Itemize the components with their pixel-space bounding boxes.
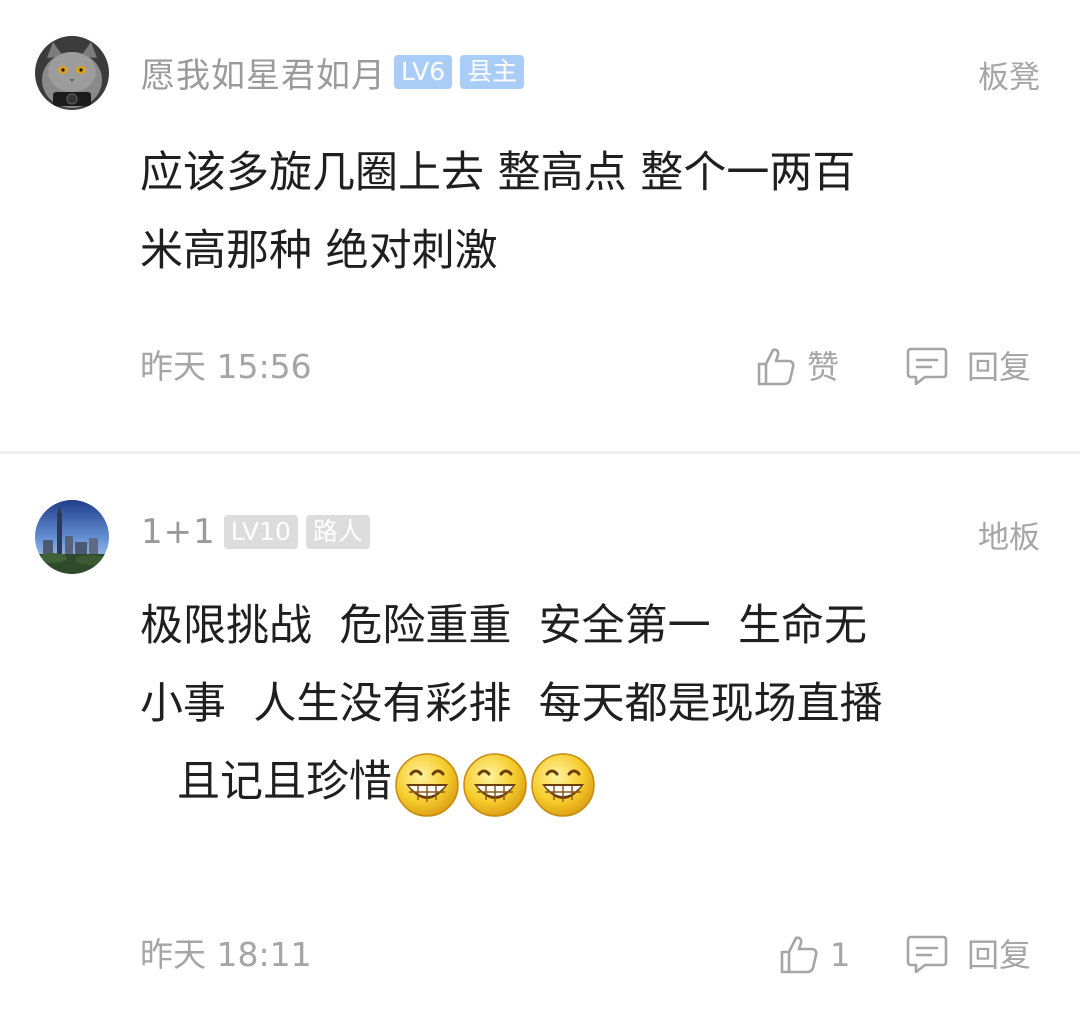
thumbs-up-icon	[778, 934, 820, 976]
level-badge: LV10	[223, 515, 298, 549]
comment-footer: 昨天 15:56 赞 回复	[140, 345, 1040, 389]
floor-label: 地板	[978, 520, 1040, 556]
user-line: 愿我如星君如月 LV6 县主	[141, 52, 525, 96]
title-badge: 县主	[460, 55, 525, 89]
comment-text-line: 米高那种 绝对刺激	[140, 226, 498, 276]
comment-content: 应该多旋几圈上去 整高点 整个一两百 米高那种 绝对刺激	[140, 134, 1040, 290]
comment-bubble-icon	[905, 346, 949, 388]
cat-avatar-icon	[35, 36, 109, 110]
comment-text-line: 应该多旋几圈上去 整高点 整个一两百	[140, 148, 856, 198]
comment-text: 且记且珍惜	[177, 757, 392, 807]
user-line: 1+1 LV10 路人	[141, 512, 370, 552]
username[interactable]: 愿我如星君如月	[141, 48, 386, 97]
comment-content: 极限挑战 危险重重 安全第一 生命无 小事 人生没有彩排 每天都是现场直播 且记…	[140, 587, 1040, 821]
floor-label: 板凳	[978, 60, 1040, 96]
emoji-row	[394, 752, 598, 818]
avatar[interactable]	[35, 500, 109, 574]
timestamp: 昨天 18:11	[140, 935, 312, 974]
reply-button[interactable]: 回复	[905, 345, 1031, 389]
username[interactable]: 1+1	[141, 512, 216, 552]
city-skyline-avatar-icon	[35, 500, 109, 574]
like-count: 1	[830, 936, 851, 974]
like-button[interactable]: 赞	[755, 345, 839, 389]
comment-text-line: 小事 人生没有彩排 每天都是现场直播	[140, 679, 883, 729]
like-button[interactable]: 1	[778, 933, 850, 977]
comment-text-line: 极限挑战 危险重重 安全第一 生命无	[140, 601, 868, 651]
grin-emoji-icon	[395, 752, 459, 817]
avatar[interactable]	[35, 36, 109, 110]
comment-text-line-last: 且记且珍惜	[140, 743, 1040, 821]
level-badge: LV6	[394, 55, 453, 89]
reply-label: 回复	[967, 348, 1032, 386]
reply-label: 回复	[967, 936, 1032, 974]
comment-bubble-icon	[905, 934, 949, 976]
title-badge: 路人	[305, 515, 370, 549]
timestamp: 昨天 15:56	[140, 347, 312, 386]
thumbs-up-icon	[755, 346, 797, 388]
grin-emoji-icon	[531, 752, 595, 817]
comment-item: 1+1 LV10 路人 地板 极限挑战 危险重重 安全第一 生命无 小事 人生没…	[0, 454, 1080, 1030]
reply-button[interactable]: 回复	[905, 933, 1031, 977]
comment-item: 愿我如星君如月 LV6 县主 板凳 应该多旋几圈上去 整高点 整个一两百 米高那…	[0, 0, 1080, 452]
grin-emoji-icon	[463, 752, 527, 817]
comment-footer: 昨天 18:11 1 回复	[140, 933, 1040, 977]
like-label: 赞	[807, 348, 840, 386]
